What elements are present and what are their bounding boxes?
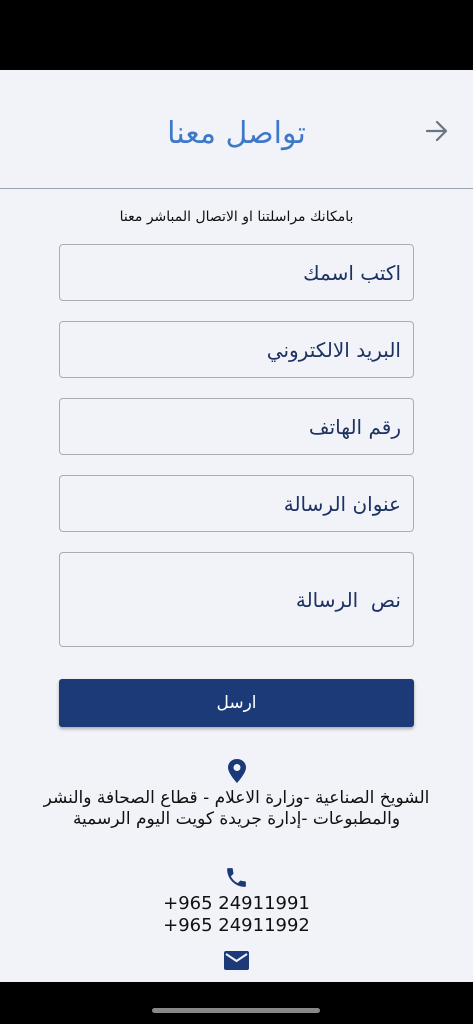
phone-number-2[interactable]: +965 24911992 [0, 915, 473, 936]
home-indicator[interactable] [152, 1008, 320, 1013]
phone-input[interactable] [59, 398, 414, 455]
name-input[interactable] [59, 244, 414, 301]
phone-icon[interactable] [224, 865, 249, 890]
phone-number-1[interactable]: +965 24911991 [0, 893, 473, 914]
subject-input[interactable] [59, 475, 414, 532]
location-pin-icon [228, 759, 246, 783]
address-text: الشويخ الصناعية -وزارة الاعلام - قطاع ال… [43, 788, 430, 829]
navigation-bar [0, 982, 473, 1024]
subtitle: بامكانك مراسلتنا او الاتصال المباشر معنا [119, 209, 354, 225]
arrow-right-icon[interactable] [423, 118, 451, 144]
header: تواصل معنا [0, 70, 473, 189]
email-input[interactable] [59, 321, 414, 378]
send-button[interactable]: ارسل [59, 679, 414, 727]
mail-icon[interactable] [223, 949, 250, 973]
message-textarea[interactable] [59, 552, 414, 647]
page-title: تواصل معنا [167, 116, 306, 151]
status-bar [0, 0, 473, 70]
